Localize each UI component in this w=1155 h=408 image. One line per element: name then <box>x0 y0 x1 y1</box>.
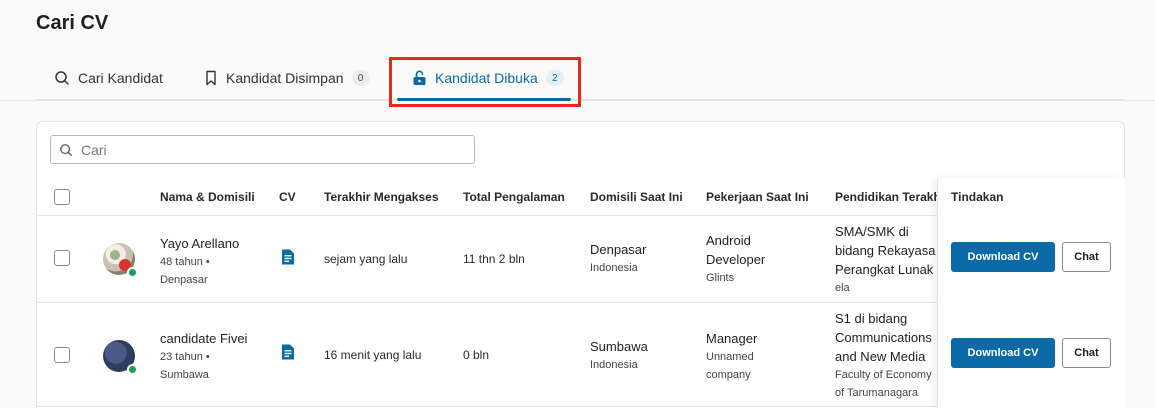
domicile-cell: Denpasar Indonesia <box>590 240 646 277</box>
job-cell: Android Developer Glints <box>706 231 765 287</box>
education-field: bidang Rekayasa <box>835 243 936 258</box>
cv-document-icon[interactable] <box>279 343 297 361</box>
page-header: Cari CV Cari Kandidat Kandidat Disimpan … <box>0 0 1155 107</box>
domicile-cell: Sumbawa Indonesia <box>590 337 648 374</box>
job-cell: Manager Unnamed company <box>706 329 757 384</box>
candidate-age: 23 tahun • <box>160 351 210 363</box>
education-cell: S1 di bidang Communications and New Medi… <box>835 309 937 402</box>
experience-cell: 11 thn 2 bln <box>463 252 525 266</box>
chat-button[interactable]: Chat <box>1062 338 1111 368</box>
tab-label: Kandidat Disimpan <box>226 70 344 86</box>
candidate-name-cell: Yayo Arellano 48 tahun • Denpasar <box>160 234 239 289</box>
avatar[interactable] <box>103 340 138 375</box>
tab-bar: Cari Kandidat Kandidat Disimpan 0 Kandid… <box>36 56 1124 101</box>
last-access-cell: 16 menit yang lalu <box>324 348 422 362</box>
domicile-country: Indonesia <box>590 359 638 371</box>
page-title: Cari CV <box>36 12 109 34</box>
education-cell: SMA/SMK di bidang Rekayasa Perangkat Lun… <box>835 222 937 297</box>
candidate-name-cell: candidate Fivei 23 tahun • Sumbawa <box>160 329 247 384</box>
avatar[interactable] <box>103 243 138 278</box>
download-cv-button[interactable]: Download CV <box>951 338 1055 368</box>
select-all-checkbox[interactable] <box>54 189 70 205</box>
candidate-table-card: Nama & Domisili CV Terakhir Mengakses To… <box>36 121 1125 408</box>
bookmark-icon <box>206 70 216 86</box>
tab-label: Kandidat Dibuka <box>435 70 538 86</box>
job-title: Android <box>706 233 751 248</box>
tab-cari-kandidat[interactable]: Cari Kandidat <box>54 56 163 100</box>
candidate-city: Denpasar <box>160 274 208 286</box>
job-title: Manager <box>706 331 758 346</box>
active-tab-indicator <box>397 98 571 101</box>
school-name-continued: of Tarumanagara <box>835 387 918 399</box>
candidate-name[interactable]: Yayo Arellano <box>160 234 239 253</box>
tab-label: Cari Kandidat <box>78 70 163 86</box>
last-access-cell: sejam yang lalu <box>324 252 408 266</box>
tab-kandidat-dibuka[interactable]: Kandidat Dibuka 2 <box>397 56 571 101</box>
search-box <box>50 135 475 164</box>
cv-document-icon[interactable] <box>279 248 297 266</box>
row-checkbox[interactable] <box>54 347 70 363</box>
experience-cell: 0 bln <box>463 348 490 362</box>
search-input[interactable] <box>81 141 461 158</box>
column-header-cv[interactable]: CV <box>279 178 296 216</box>
tab-count-badge: 0 <box>351 70 370 86</box>
column-header-domicile[interactable]: Domisili Saat Ini <box>590 178 683 216</box>
domicile-city: Sumbawa <box>590 339 648 354</box>
tab-kandidat-disimpan[interactable]: Kandidat Disimpan 0 <box>204 56 370 100</box>
education-degree: S1 di bidang <box>835 311 908 326</box>
search-icon <box>60 143 72 156</box>
job-title-continued: Developer <box>706 252 766 267</box>
education-field-continued: and New Media <box>835 349 926 364</box>
education-degree: SMA/SMK di <box>835 224 909 239</box>
school-name: ela <box>835 282 850 294</box>
domicile-city: Denpasar <box>590 242 647 257</box>
candidate-age: 48 tahun • <box>160 256 210 268</box>
education-field-continued: Perangkat Lunak <box>835 262 934 277</box>
candidate-name[interactable]: candidate Fivei <box>160 329 247 348</box>
tab-count-badge: 2 <box>545 70 564 86</box>
download-cv-button[interactable]: Download CV <box>951 242 1055 272</box>
column-header-actions: Tindakan <box>951 190 1004 204</box>
domicile-country: Indonesia <box>590 262 638 274</box>
actions-column: Tindakan Download CV Chat Download CV Ch… <box>937 178 1125 408</box>
column-header-job[interactable]: Pekerjaan Saat Ini <box>706 178 809 216</box>
search-icon <box>55 71 69 85</box>
chat-button[interactable]: Chat <box>1062 242 1111 272</box>
candidate-city: Sumbawa <box>160 369 209 381</box>
unlock-icon <box>413 70 426 85</box>
column-header-education[interactable]: Pendidikan Terakhir <box>835 178 937 216</box>
online-status-dot <box>127 364 138 375</box>
row-checkbox[interactable] <box>54 250 70 266</box>
column-header-name[interactable]: Nama & Domisili <box>160 178 255 216</box>
company-name-continued: company <box>706 369 751 381</box>
company-name: Unnamed <box>706 351 754 363</box>
school-name: Faculty of Economy <box>835 369 932 381</box>
company-name: Glints <box>706 272 735 284</box>
online-status-dot <box>127 267 138 278</box>
column-header-last-access[interactable]: Terakhir Mengakses <box>324 178 439 216</box>
column-header-experience[interactable]: Total Pengalaman <box>463 178 565 216</box>
education-field: Communications <box>835 330 932 345</box>
